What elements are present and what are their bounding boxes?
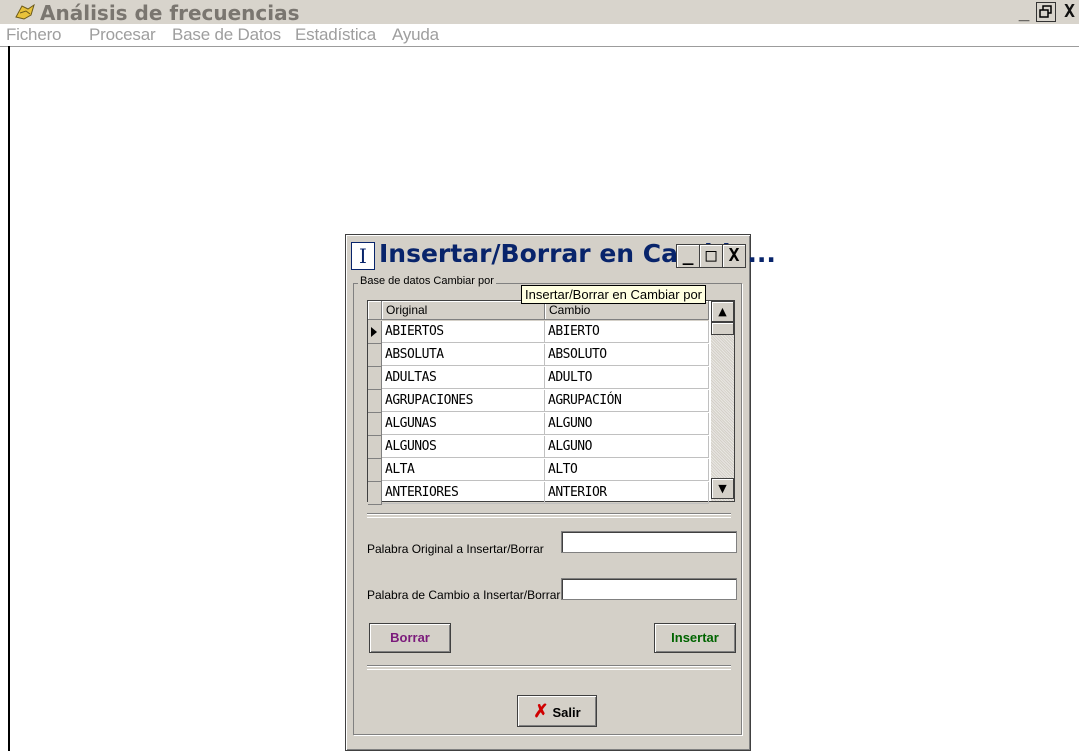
cell-cambio[interactable]: ALGUNO — [545, 413, 709, 435]
dialog-maximize-button[interactable]: □ — [699, 244, 723, 268]
header-indicator — [368, 301, 382, 320]
insert-delete-dialog: I Insertar/Borrar en Cambia... _ □ X Bas… — [345, 234, 776, 751]
menu-bar: Fichero Procesar Base de Datos Estadísti… — [0, 24, 1079, 47]
dialog-icon: I — [351, 242, 375, 270]
change-word-label: Palabra de Cambio a Insertar/Borrar — [367, 588, 561, 602]
table-row[interactable]: AGRUPACIONES AGRUPACIÓN — [368, 390, 709, 413]
main-title-bar: Análisis de frecuencias _ X — [0, 0, 1079, 25]
scroll-up-button[interactable]: ▲ — [711, 301, 734, 322]
original-word-input[interactable] — [561, 531, 737, 553]
cell-cambio[interactable]: ANTERIOR — [545, 482, 709, 504]
cell-original[interactable]: ALGUNAS — [382, 413, 545, 435]
table-row[interactable]: ABIERTOS ABIERTO — [368, 321, 709, 344]
table-row[interactable]: ALTA ALTO — [368, 459, 709, 482]
data-grid[interactable]: Original Cambio ABIERTOS ABIERTO ABSOLUTA A… — [367, 300, 735, 505]
group-label: Base de datos Cambiar por — [358, 275, 496, 287]
salir-button[interactable]: ✗ Salir — [517, 695, 597, 727]
table-row[interactable]: ALGUNAS ALGUNO — [368, 413, 709, 436]
cell-cambio[interactable]: ALGUNO — [545, 436, 709, 458]
cell-original[interactable]: ANTERIORES — [382, 482, 545, 504]
row-indicator[interactable] — [368, 344, 382, 367]
borrar-button[interactable]: Borrar — [369, 623, 451, 653]
cell-original[interactable]: ADULTAS — [382, 367, 545, 389]
cell-original[interactable]: ALGUNOS — [382, 436, 545, 458]
tooltip: Insertar/Borrar en Cambiar por — [521, 285, 707, 304]
separator-bottom — [367, 665, 731, 670]
restore-icon — [1039, 5, 1052, 18]
row-indicator[interactable] — [368, 321, 382, 344]
insertar-button[interactable]: Insertar — [654, 623, 736, 653]
table-row[interactable]: ABSOLUTA ABSOLUTO — [368, 344, 709, 367]
minimize-button[interactable]: _ — [1015, 2, 1033, 22]
grid-header: Original Cambio — [368, 301, 709, 321]
row-indicator[interactable] — [368, 482, 382, 505]
dialog-close-button[interactable]: X — [722, 244, 746, 268]
vertical-scrollbar[interactable]: ▲ ▼ — [711, 301, 734, 501]
close-button[interactable]: X — [1060, 2, 1079, 22]
cell-cambio[interactable]: ALTO — [545, 459, 709, 481]
window-title: Análisis de frecuencias — [40, 1, 300, 25]
original-word-label: Palabra Original a Insertar/Borrar — [367, 542, 544, 556]
cell-cambio[interactable]: AGRUPACIÓN — [545, 390, 709, 412]
cell-original[interactable]: ALTA — [382, 459, 545, 481]
row-indicator[interactable] — [368, 413, 382, 436]
database-groupbox: Base de datos Cambiar por Original Cambi… — [353, 275, 742, 735]
dialog-minimize-button[interactable]: _ — [676, 244, 700, 268]
menu-ayuda[interactable]: Ayuda — [392, 25, 439, 45]
scroll-down-button[interactable]: ▼ — [711, 478, 734, 499]
cell-original[interactable]: AGRUPACIONES — [382, 390, 545, 412]
restore-button[interactable] — [1036, 2, 1056, 22]
cell-original[interactable]: ABSOLUTA — [382, 344, 545, 366]
cell-cambio[interactable]: ABIERTO — [545, 321, 709, 343]
app-icon — [15, 3, 35, 20]
table-row[interactable]: ALGUNOS ALGUNO — [368, 436, 709, 459]
separator-top — [367, 513, 731, 518]
cell-original[interactable]: ABIERTOS — [382, 321, 545, 343]
table-row[interactable]: ADULTAS ADULTO — [368, 367, 709, 390]
change-word-input[interactable] — [561, 578, 737, 600]
menu-estadistica[interactable]: Estadística — [295, 25, 376, 45]
close-x-icon: ✗ — [533, 701, 549, 721]
menu-fichero[interactable]: Fichero — [6, 25, 61, 45]
window-border — [8, 46, 10, 751]
cell-cambio[interactable]: ABSOLUTO — [545, 344, 709, 366]
table-row[interactable]: ANTERIORES ANTERIOR — [368, 482, 709, 505]
menu-procesar[interactable]: Procesar — [89, 25, 156, 45]
scroll-thumb[interactable] — [711, 322, 734, 335]
menu-base-de-datos[interactable]: Base de Datos — [172, 25, 281, 45]
salir-label: Salir — [552, 705, 581, 720]
row-indicator[interactable] — [368, 390, 382, 413]
current-row-arrow-icon — [371, 327, 377, 337]
row-indicator[interactable] — [368, 436, 382, 459]
cell-cambio[interactable]: ADULTO — [545, 367, 709, 389]
dialog-title-bar: I Insertar/Borrar en Cambia... _ □ X — [349, 238, 776, 272]
row-indicator[interactable] — [368, 459, 382, 482]
row-indicator[interactable] — [368, 367, 382, 390]
